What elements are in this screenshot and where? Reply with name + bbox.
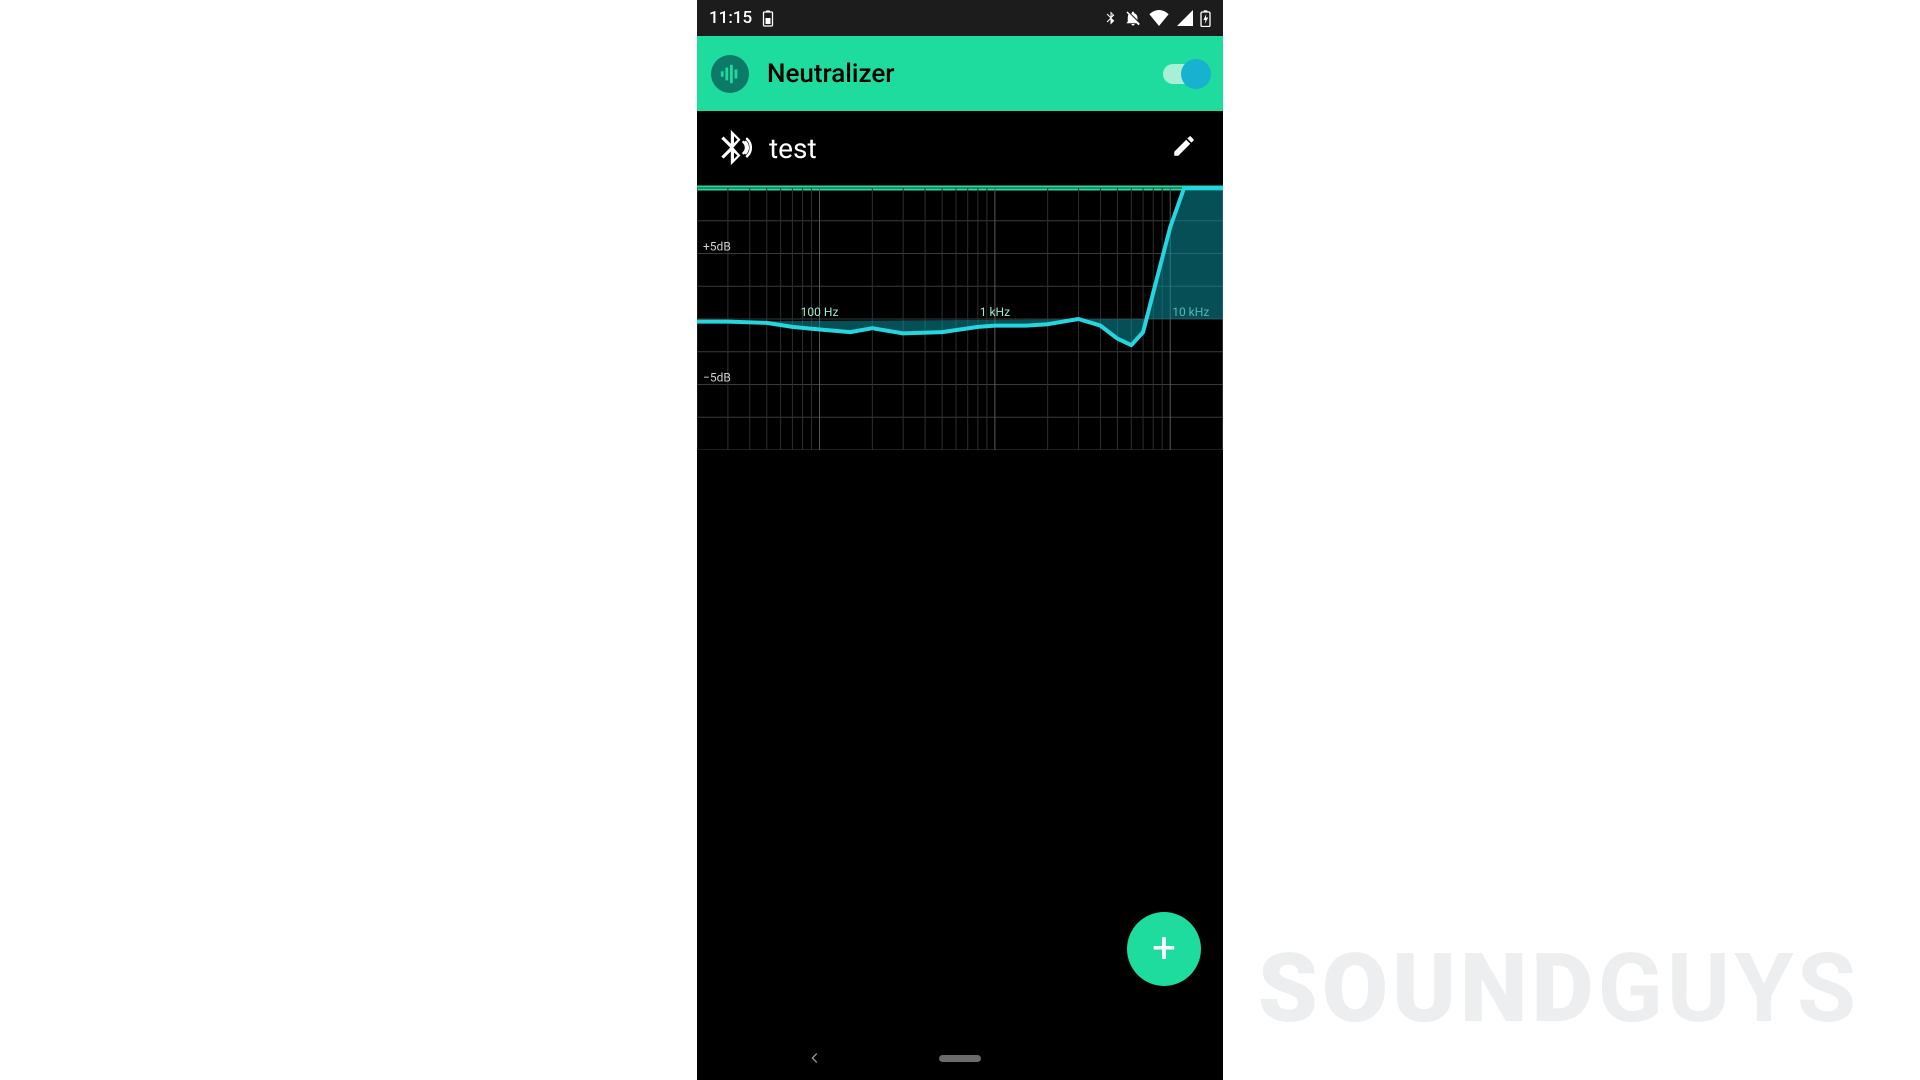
status-time: 11:15 bbox=[709, 8, 752, 28]
system-nav-bar bbox=[697, 1036, 1223, 1080]
watermark-bold: SOUND bbox=[1258, 933, 1598, 1045]
cell-signal-icon bbox=[1176, 10, 1193, 26]
watermark-light: GUYS bbox=[1597, 933, 1860, 1045]
eq-chart-svg: +5dB−5dB100 Hz1 kHz10 kHz bbox=[697, 185, 1223, 450]
edit-button[interactable] bbox=[1163, 125, 1205, 171]
battery-icon bbox=[1200, 10, 1211, 27]
profile-name: test bbox=[769, 132, 817, 165]
chevron-left-icon bbox=[807, 1050, 823, 1066]
equalizer-icon bbox=[719, 63, 741, 85]
plus-icon: + bbox=[1152, 928, 1176, 970]
nav-home-pill[interactable] bbox=[939, 1055, 981, 1062]
app-logo bbox=[711, 55, 749, 93]
watermark: SOUNDGUYS bbox=[1258, 933, 1860, 1045]
svg-text:1 kHz: 1 kHz bbox=[980, 305, 1010, 319]
nav-back-button[interactable] bbox=[807, 1050, 823, 1070]
phone-frame: 11:15 bbox=[697, 0, 1223, 1080]
app-title: Neutralizer bbox=[767, 59, 894, 89]
master-toggle[interactable] bbox=[1163, 64, 1209, 84]
eq-chart[interactable]: +5dB−5dB100 Hz1 kHz10 kHz bbox=[697, 185, 1223, 450]
bluetooth-icon bbox=[1104, 9, 1117, 27]
add-profile-fab[interactable]: + bbox=[1127, 912, 1201, 986]
status-bar: 11:15 bbox=[697, 0, 1223, 36]
svg-text:100 Hz: 100 Hz bbox=[801, 305, 839, 319]
toggle-knob bbox=[1181, 59, 1211, 89]
profile-row[interactable]: test bbox=[697, 111, 1223, 185]
battery-portrait-icon bbox=[762, 10, 774, 27]
wifi-icon bbox=[1149, 10, 1169, 26]
dnd-mute-icon bbox=[1124, 9, 1142, 27]
bluetooth-audio-icon bbox=[715, 127, 753, 169]
app-bar: Neutralizer bbox=[697, 36, 1223, 111]
svg-text:+5dB: +5dB bbox=[703, 240, 731, 254]
pencil-icon bbox=[1171, 133, 1197, 159]
svg-text:−5dB: −5dB bbox=[703, 371, 731, 385]
